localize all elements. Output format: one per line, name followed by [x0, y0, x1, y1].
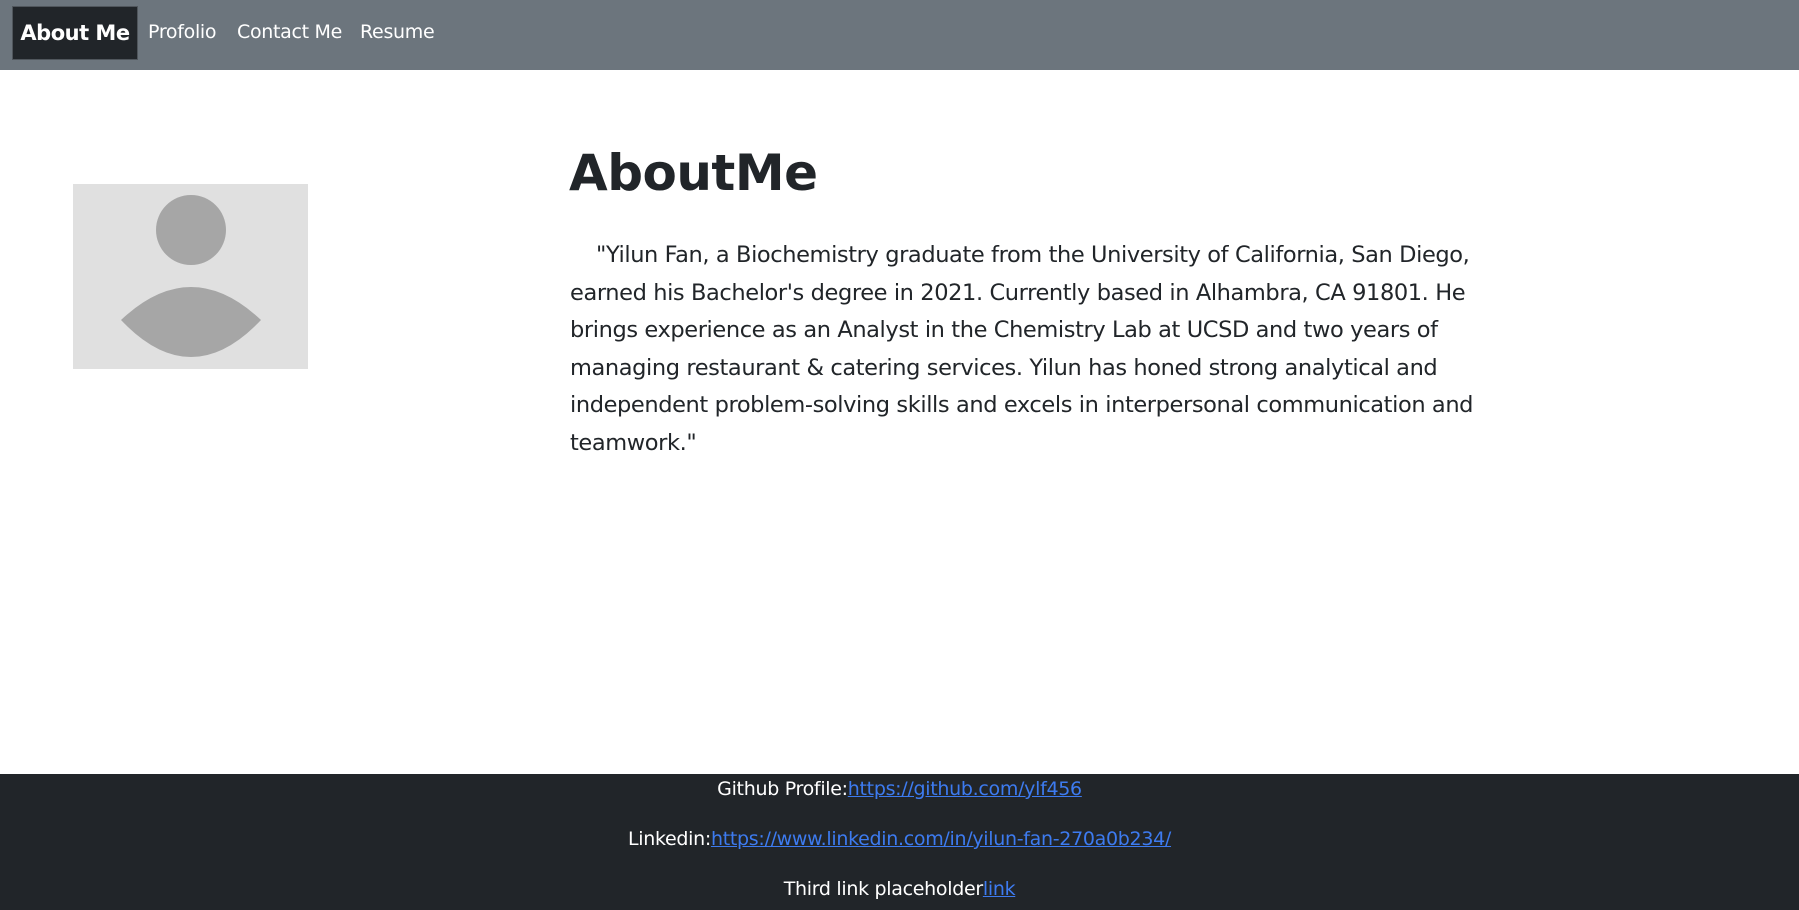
- bio-paragraph: "Yilun Fan, a Biochemistry graduate from…: [570, 237, 1500, 462]
- nav-link-resume[interactable]: Resume: [360, 0, 435, 64]
- footer-github-line: Github Profile:https://github.com/ylf456: [0, 778, 1799, 800]
- github-link[interactable]: https://github.com/ylf456: [848, 778, 1082, 800]
- nav-link-portfolio[interactable]: Profolio: [148, 0, 217, 64]
- navbar: About Me Profolio Contact Me Resume: [0, 0, 1799, 70]
- footer-linkedin-line: Linkedin:https://www.linkedin.com/in/yil…: [0, 828, 1799, 850]
- bio-text: "Yilun Fan, a Biochemistry graduate from…: [570, 242, 1474, 456]
- third-label: Third link placeholder: [783, 878, 983, 900]
- brand-about-me[interactable]: About Me: [12, 6, 138, 60]
- page-title: AboutMe: [569, 144, 818, 202]
- footer: Github Profile:https://github.com/ylf456…: [0, 774, 1799, 910]
- nav-link-contact[interactable]: Contact Me: [237, 0, 342, 64]
- user-avatar-placeholder-icon: [121, 195, 261, 357]
- profile-avatar: [73, 184, 308, 369]
- third-link[interactable]: link: [983, 878, 1016, 900]
- footer-third-line: Third link placeholderlink: [0, 878, 1799, 900]
- linkedin-link[interactable]: https://www.linkedin.com/in/yilun-fan-27…: [711, 828, 1171, 850]
- github-label: Github Profile:: [717, 778, 848, 800]
- linkedin-label: Linkedin:: [627, 828, 711, 850]
